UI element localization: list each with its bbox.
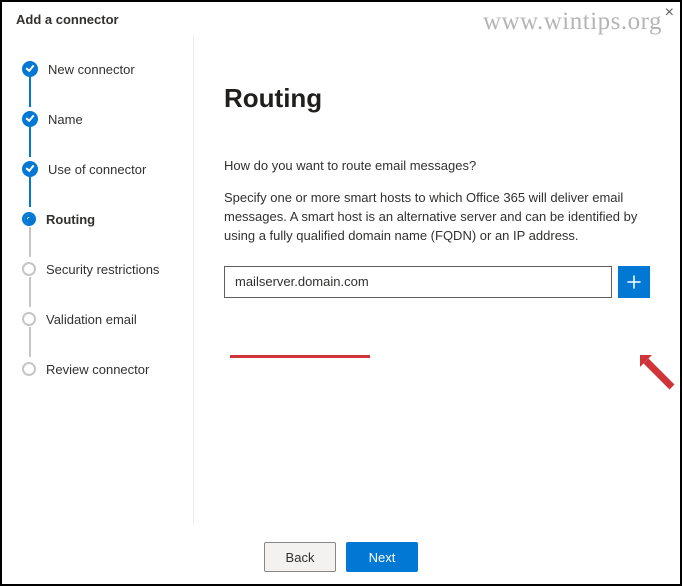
routing-description: Specify one or more smart hosts to which… <box>224 189 650 246</box>
step-label: Name <box>48 112 83 127</box>
step-label: Security restrictions <box>46 262 159 277</box>
step-connector-line <box>29 327 31 357</box>
step-connector-line <box>29 227 31 257</box>
dialog-title: Add a connector <box>16 12 119 27</box>
plus-icon <box>627 275 641 289</box>
step-new-connector[interactable]: New connector <box>22 59 177 79</box>
annotation-arrow-icon <box>632 347 676 391</box>
step-review-connector[interactable]: Review connector <box>22 359 177 379</box>
step-label: Use of connector <box>48 162 146 177</box>
step-connector-line <box>29 127 31 157</box>
step-connector-line <box>29 177 31 207</box>
step-label: Validation email <box>46 312 137 327</box>
step-label: New connector <box>48 62 135 77</box>
step-routing[interactable]: Routing <box>22 209 177 229</box>
pending-step-icon <box>22 362 36 376</box>
close-icon[interactable]: × <box>665 4 674 22</box>
step-security-restrictions[interactable]: Security restrictions <box>22 259 177 279</box>
next-button[interactable]: Next <box>346 542 418 572</box>
current-step-icon <box>22 212 36 226</box>
step-connector-line <box>29 277 31 307</box>
smart-host-input[interactable] <box>224 266 612 298</box>
dialog-header: Add a connector <box>2 2 680 35</box>
check-icon <box>22 161 38 177</box>
step-use-of-connector[interactable]: Use of connector <box>22 159 177 179</box>
step-label: Review connector <box>46 362 149 377</box>
check-icon <box>22 111 38 127</box>
add-smart-host-button[interactable] <box>618 266 650 298</box>
smart-host-input-row <box>224 266 650 298</box>
pending-step-icon <box>22 262 36 276</box>
back-button[interactable]: Back <box>264 542 336 572</box>
wizard-steps-sidebar: New connector Name Use of connector Rout… <box>2 35 194 525</box>
step-validation-email[interactable]: Validation email <box>22 309 177 329</box>
dialog-footer: Back Next <box>2 542 680 572</box>
step-connector-line <box>29 77 31 107</box>
step-label: Routing <box>46 212 95 227</box>
dialog-body: New connector Name Use of connector Rout… <box>2 35 680 525</box>
main-content: Routing How do you want to route email m… <box>194 35 680 525</box>
page-title: Routing <box>224 83 650 114</box>
annotation-underline <box>230 355 370 358</box>
pending-step-icon <box>22 312 36 326</box>
routing-question: How do you want to route email messages? <box>224 158 650 173</box>
check-icon <box>22 61 38 77</box>
step-name[interactable]: Name <box>22 109 177 129</box>
